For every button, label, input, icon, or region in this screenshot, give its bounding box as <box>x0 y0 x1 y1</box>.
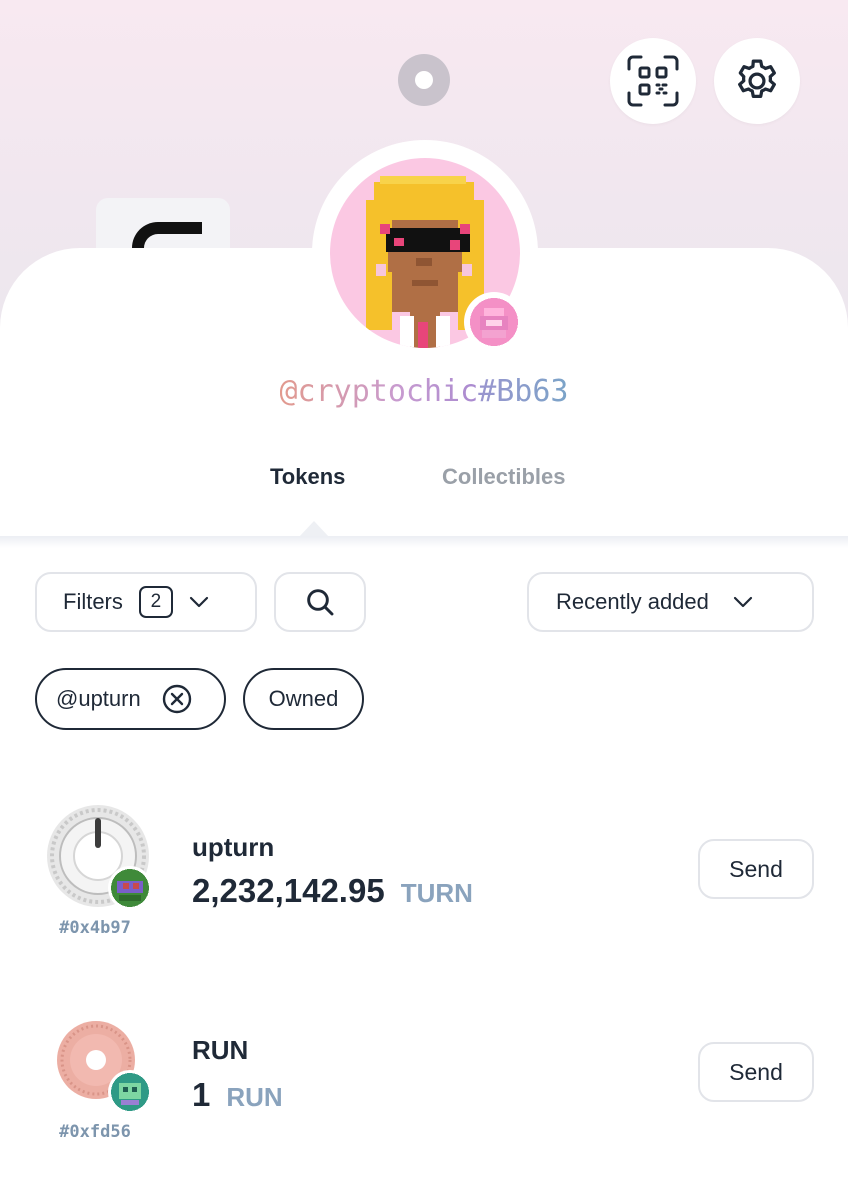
token-address: #0x4b97 <box>59 918 131 938</box>
pixel-badge-icon <box>470 298 518 346</box>
token-symbol: TURN <box>400 878 473 908</box>
send-button-run[interactable]: Send <box>698 1042 814 1102</box>
token-symbol: RUN <box>226 1082 283 1112</box>
token-name: upturn <box>192 832 275 862</box>
token-chain-badge <box>108 1070 152 1114</box>
token-name: RUN <box>192 1035 249 1065</box>
settings-button[interactable] <box>714 38 800 124</box>
send-button-upturn[interactable]: Send <box>698 839 814 899</box>
active-tab-indicator <box>299 521 329 537</box>
remove-circle-icon[interactable] <box>161 683 193 715</box>
handle-name: @cryptochic <box>279 374 479 409</box>
avatar-badge <box>464 292 524 352</box>
search-button[interactable] <box>274 572 366 632</box>
search-icon <box>307 589 334 616</box>
token-address: #0xfd56 <box>59 1122 131 1142</box>
token-chain-badge <box>108 866 152 910</box>
sort-label: Recently added <box>556 589 709 614</box>
filter-chip-upturn[interactable]: @upturn <box>35 668 226 730</box>
chevron-down-icon <box>189 596 208 608</box>
gear-icon <box>738 59 776 99</box>
filters-count-badge: 2 <box>138 586 173 618</box>
handle-tag: #Bb63 <box>478 374 569 409</box>
camera-notch <box>398 54 450 106</box>
filter-chip-owned[interactable]: Owned <box>243 668 364 730</box>
chip-label: Owned <box>268 686 339 711</box>
qr-scan-icon <box>627 55 679 107</box>
chip-label: @upturn <box>56 686 141 711</box>
filters-label: Filters <box>63 589 123 614</box>
chevron-down-icon <box>733 596 752 608</box>
pixel-badge-icon <box>111 869 149 907</box>
pixel-badge-icon <box>111 1073 149 1111</box>
filters-button[interactable]: Filters 2 <box>35 572 257 632</box>
token-amount-value: 2,232,142.95 <box>192 872 385 909</box>
token-balance: 1 RUN <box>192 1076 283 1114</box>
tab-divider <box>0 536 848 548</box>
profile-handle: @cryptochic#Bb63 <box>0 374 848 409</box>
token-balance: 2,232,142.95 TURN <box>192 872 473 910</box>
sort-dropdown[interactable]: Recently added <box>527 572 814 632</box>
tab-tokens[interactable]: Tokens <box>270 464 345 490</box>
qr-scan-button[interactable] <box>610 38 696 124</box>
tab-collectibles[interactable]: Collectibles <box>442 464 565 490</box>
token-amount-value: 1 <box>192 1076 211 1113</box>
